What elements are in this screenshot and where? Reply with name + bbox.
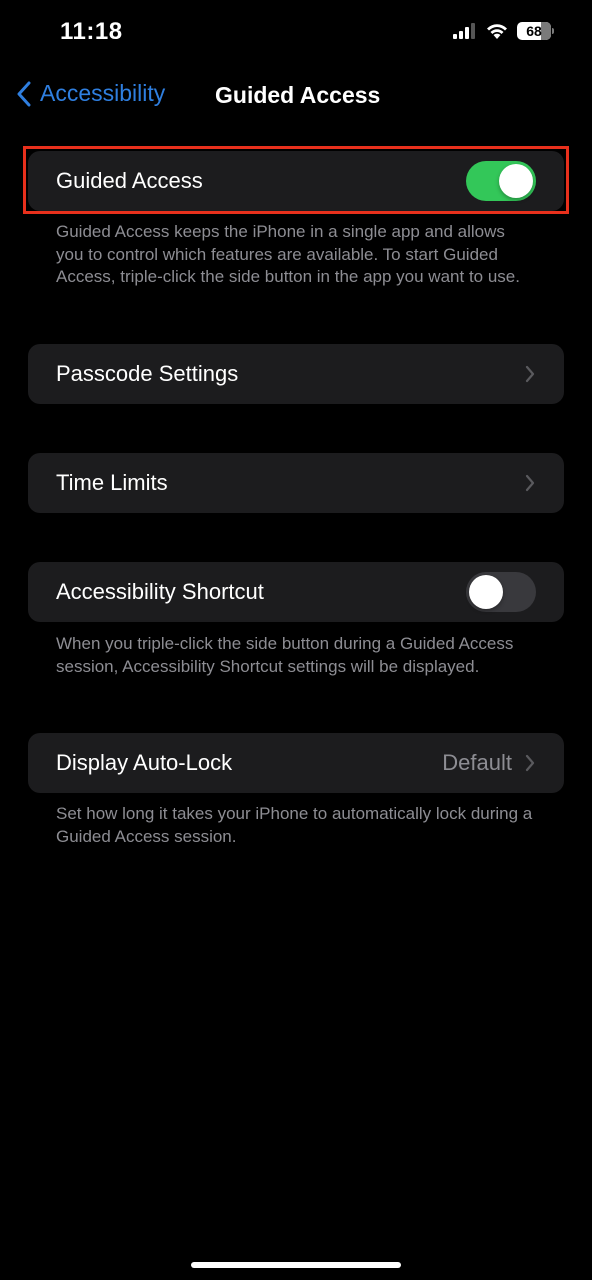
status-icons: 68 [453,22,554,40]
navigation-bar: Accessibility Guided Access [0,72,592,120]
display-auto-lock-footnote: Set how long it takes your iPhone to aut… [56,804,533,846]
accessibility-shortcut-label: Accessibility Shortcut [56,579,264,604]
wifi-icon [487,24,507,39]
passcode-settings-cell[interactable]: Passcode Settings [28,344,564,404]
passcode-settings-label: Passcode Settings [56,361,239,386]
chevron-right-icon [525,365,535,383]
accessibility-shortcut-cell: Accessibility Shortcut [28,562,564,622]
chevron-left-icon [17,81,31,106]
accessibility-shortcut-toggle[interactable] [466,572,536,612]
time-limits-label: Time Limits [56,470,168,495]
accessibility-shortcut-footnote: When you triple-click the side button du… [56,634,514,676]
cellular-signal-icon [453,23,475,39]
status-time: 11:18 [60,18,123,45]
toggle-knob [469,575,503,609]
display-auto-lock-value: Default [442,750,512,775]
guided-access-footnote: Guided Access keeps the iPhone in a sing… [56,222,520,286]
chevron-right-icon [525,754,535,772]
battery-icon: 68 [517,22,554,40]
time-limits-cell[interactable]: Time Limits [28,453,564,513]
home-indicator[interactable] [191,1262,401,1268]
highlight-box [23,146,569,214]
display-auto-lock-label: Display Auto-Lock [56,750,233,775]
back-button-label: Accessibility [40,80,166,106]
chevron-right-icon [525,474,535,492]
page-title: Guided Access [215,82,381,108]
back-button[interactable]: Accessibility [16,80,165,107]
display-auto-lock-cell[interactable]: Display Auto-Lock Default [28,733,564,793]
status-bar: 11:18 68 [0,0,592,70]
battery-level: 68 [526,23,542,39]
